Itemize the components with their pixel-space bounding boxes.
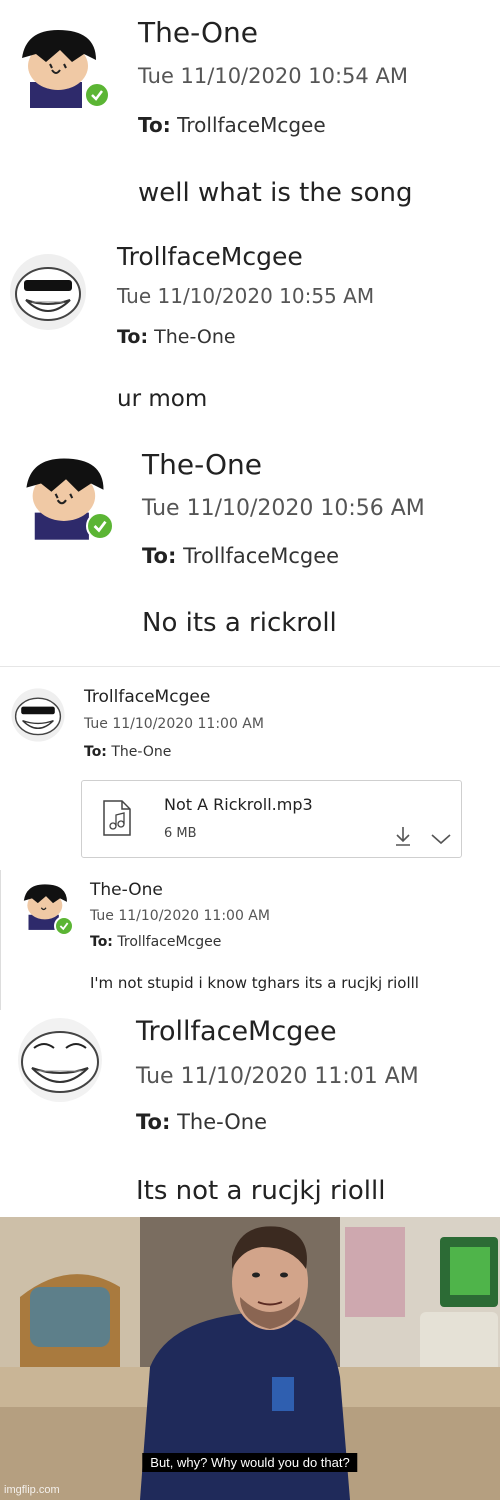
message-body: well what is the song bbox=[138, 178, 413, 208]
recipient-name[interactable]: The-One bbox=[177, 1110, 267, 1134]
message-body: ur mom bbox=[117, 386, 208, 412]
recipient-line: To: The-One bbox=[117, 326, 236, 348]
message-panel: TrollfaceMcgee Tue 11/10/2020 10:55 AM T… bbox=[0, 232, 500, 442]
sender-name[interactable]: TrollfaceMcgee bbox=[117, 242, 303, 271]
message-panel: The-One Tue 11/10/2020 11:00 AM To: Trol… bbox=[0, 870, 500, 1010]
recipient-line: To: The-One bbox=[136, 1110, 267, 1134]
sender-name[interactable]: The-One bbox=[138, 16, 258, 49]
recipient-name[interactable]: The-One bbox=[154, 326, 235, 348]
attachment-filename[interactable]: Not A Rickroll.mp3 bbox=[164, 795, 313, 814]
message-panel: The-One Tue 11/10/2020 10:56 AM To: Trol… bbox=[0, 442, 500, 666]
message-date: Tue 11/10/2020 10:55 AM bbox=[117, 284, 375, 308]
presence-available-icon bbox=[54, 916, 74, 936]
recipient-line: To: The-One bbox=[84, 744, 171, 760]
recipient-name[interactable]: The-One bbox=[111, 744, 171, 760]
audio-file-icon bbox=[102, 799, 132, 841]
sender-name[interactable]: TrollfaceMcgee bbox=[84, 687, 210, 707]
chevron-down-icon[interactable] bbox=[430, 831, 452, 850]
to-label: To: bbox=[117, 326, 149, 348]
attachment-size: 6 MB bbox=[164, 826, 197, 841]
recipient-name[interactable]: TrollfaceMcgee bbox=[117, 934, 221, 950]
message-date: Tue 11/10/2020 11:00 AM bbox=[90, 908, 270, 924]
presence-available-icon bbox=[84, 82, 110, 108]
sender-name[interactable]: The-One bbox=[142, 448, 262, 481]
message-panel: The-One Tue 11/10/2020 10:54 AM To: Trol… bbox=[0, 0, 500, 232]
recipient-line: To: TrollfaceMcgee bbox=[90, 934, 221, 950]
trollface-avatar[interactable] bbox=[14, 1016, 106, 1104]
download-icon[interactable] bbox=[394, 825, 412, 851]
conversation-line bbox=[0, 870, 1, 1010]
to-label: To: bbox=[90, 934, 113, 950]
message-body: I'm not stupid i know tghars its a rucjk… bbox=[90, 974, 419, 992]
meme-caption: But, why? Why would you do that? bbox=[142, 1453, 358, 1472]
presence-available-icon bbox=[86, 512, 114, 540]
to-label: To: bbox=[136, 1110, 171, 1134]
sender-name[interactable]: TrollfaceMcgee bbox=[136, 1016, 337, 1047]
recipient-name[interactable]: TrollfaceMcgee bbox=[177, 113, 326, 137]
sender-name[interactable]: The-One bbox=[90, 880, 163, 900]
to-label: To: bbox=[138, 113, 171, 137]
trollface-sunglasses-avatar[interactable] bbox=[10, 687, 66, 743]
recipient-line: To: TrollfaceMcgee bbox=[138, 113, 326, 137]
to-label: To: bbox=[84, 744, 107, 760]
attachment-card[interactable]: Not A Rickroll.mp3 6 MB bbox=[81, 780, 462, 858]
message-body: Its not a rucjkj riolll bbox=[136, 1176, 386, 1206]
message-date: Tue 11/10/2020 11:01 AM bbox=[136, 1064, 419, 1089]
message-date: Tue 11/10/2020 10:56 AM bbox=[142, 496, 425, 521]
message-date: Tue 11/10/2020 11:00 AM bbox=[84, 716, 264, 732]
trollface-sunglasses-avatar[interactable] bbox=[8, 252, 88, 332]
recipient-name[interactable]: TrollfaceMcgee bbox=[183, 544, 339, 568]
message-body: No its a rickroll bbox=[142, 608, 337, 638]
imgflip-watermark: imgflip.com bbox=[4, 1484, 60, 1496]
to-label: To: bbox=[142, 544, 177, 568]
reaction-photo: But, why? Why would you do that? imgflip… bbox=[0, 1217, 500, 1500]
message-panel: TrollfaceMcgee Tue 11/10/2020 11:01 AM T… bbox=[0, 1010, 500, 1217]
recipient-line: To: TrollfaceMcgee bbox=[142, 544, 339, 568]
message-date: Tue 11/10/2020 10:54 AM bbox=[138, 64, 408, 88]
